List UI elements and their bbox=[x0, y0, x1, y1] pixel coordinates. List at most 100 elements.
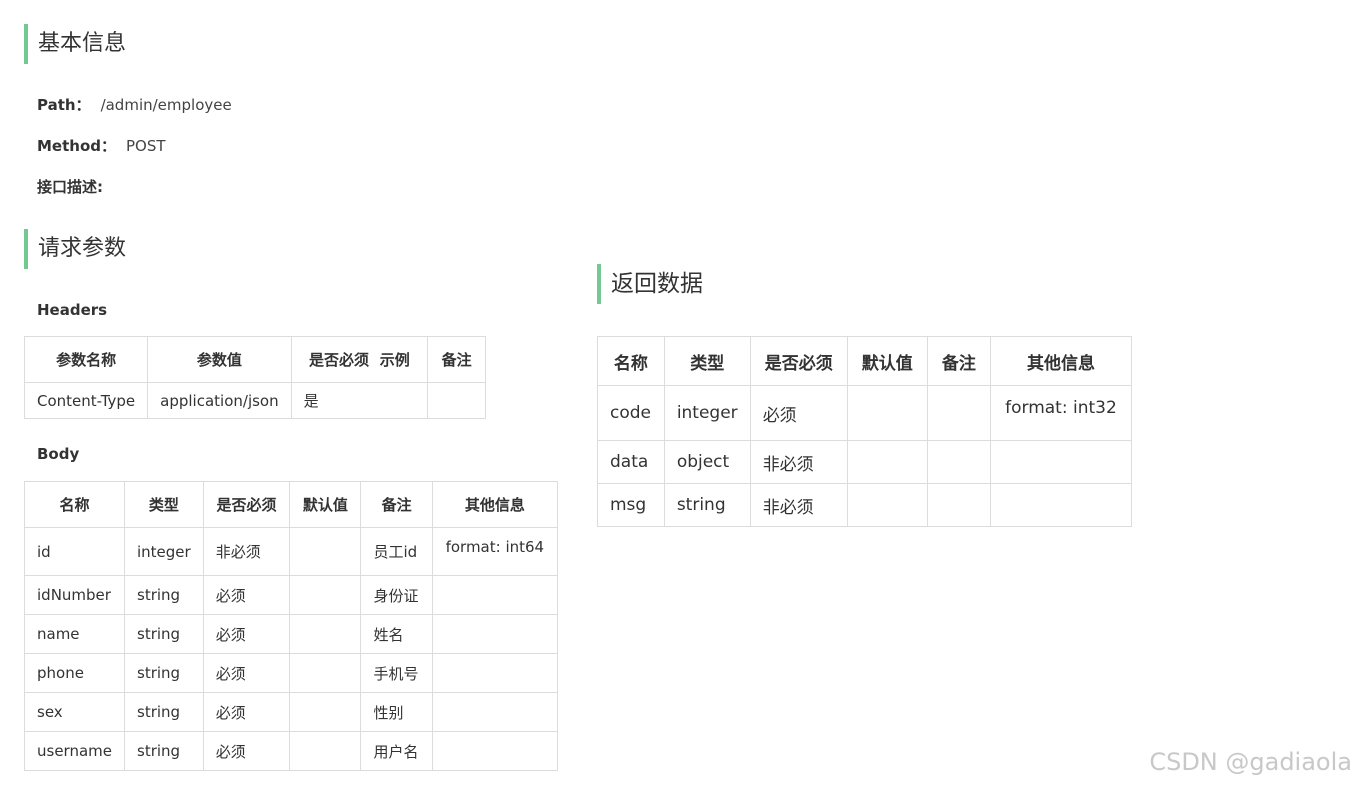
body-cell-remark: 手机号 bbox=[360, 653, 433, 693]
body-col-required: 是否必须 bbox=[202, 481, 291, 528]
body-col-name: 名称 bbox=[24, 481, 125, 528]
table-row: Content-Type application/json 是 bbox=[23, 382, 486, 419]
body-label: Body bbox=[37, 445, 80, 463]
body-cell-other bbox=[431, 575, 559, 615]
table-row: data object 非必须 bbox=[597, 440, 1133, 484]
basic-info-title: 基本信息 bbox=[24, 24, 126, 64]
resp-cell-other: format: int32 bbox=[989, 385, 1133, 441]
body-cell-name: idNumber bbox=[24, 575, 125, 615]
resp-cell-name: code bbox=[597, 385, 665, 441]
resp-cell-other bbox=[989, 440, 1133, 484]
resp-cell-remark bbox=[926, 483, 991, 527]
body-table: 名称 类型 是否必须 默认值 备注 其他信息 id integer 非必须 员工… bbox=[24, 481, 559, 771]
resp-cell-type: string bbox=[663, 483, 751, 527]
header-col-required: 是否必须 bbox=[290, 336, 375, 383]
table-row: username string 必须 用户名 bbox=[24, 731, 559, 771]
body-cell-type: integer bbox=[124, 527, 204, 576]
body-cell-name: id bbox=[24, 527, 125, 576]
header-cell-example bbox=[374, 382, 429, 419]
body-table-header-row: 名称 类型 是否必须 默认值 备注 其他信息 bbox=[24, 481, 559, 528]
body-col-other: 其他信息 bbox=[431, 481, 559, 528]
table-row: phone string 必须 手机号 bbox=[24, 653, 559, 693]
body-cell-name: phone bbox=[24, 653, 125, 693]
body-cell-default bbox=[289, 653, 362, 693]
resp-cell-required: 必须 bbox=[749, 385, 848, 441]
table-row: code integer 必须 format: int32 bbox=[597, 385, 1133, 441]
body-col-remark: 备注 bbox=[360, 481, 433, 528]
resp-cell-required: 非必须 bbox=[749, 483, 848, 527]
body-cell-type: string bbox=[124, 575, 204, 615]
response-title: 返回数据 bbox=[597, 264, 703, 304]
table-row: id integer 非必须 员工id format: int64 bbox=[24, 527, 559, 576]
body-cell-remark: 性别 bbox=[360, 692, 433, 732]
resp-cell-default bbox=[846, 385, 928, 441]
description-label: 接口描述: bbox=[37, 178, 103, 196]
body-cell-other: format: int64 bbox=[431, 527, 559, 576]
body-cell-required: 必须 bbox=[202, 653, 291, 693]
body-cell-other bbox=[431, 614, 559, 654]
resp-col-default: 默认值 bbox=[846, 336, 928, 386]
table-row: name string 必须 姓名 bbox=[24, 614, 559, 654]
body-cell-name: username bbox=[24, 731, 125, 771]
response-table: 名称 类型 是否必须 默认值 备注 其他信息 code integer 必须 f… bbox=[597, 336, 1133, 527]
resp-cell-remark bbox=[926, 440, 991, 484]
resp-cell-required: 非必须 bbox=[749, 440, 848, 484]
resp-cell-remark bbox=[926, 385, 991, 441]
body-cell-required: 必须 bbox=[202, 575, 291, 615]
request-params-title: 请求参数 bbox=[24, 229, 126, 269]
body-cell-remark: 用户名 bbox=[360, 731, 433, 771]
body-cell-remark: 姓名 bbox=[360, 614, 433, 654]
path-value: /admin/employee bbox=[100, 96, 232, 114]
method-row: Method： POST bbox=[37, 136, 166, 156]
body-cell-default bbox=[289, 527, 362, 576]
body-cell-name: sex bbox=[24, 692, 125, 732]
body-cell-required: 必须 bbox=[202, 614, 291, 654]
header-col-remark: 备注 bbox=[427, 336, 486, 383]
path-label: Path： bbox=[37, 96, 91, 114]
header-col-value: 参数值 bbox=[147, 336, 292, 383]
body-cell-type: string bbox=[124, 653, 204, 693]
body-cell-required: 必须 bbox=[202, 731, 291, 771]
resp-cell-default bbox=[846, 440, 928, 484]
body-cell-other bbox=[431, 653, 559, 693]
headers-label: Headers bbox=[37, 301, 108, 319]
resp-cell-default bbox=[846, 483, 928, 527]
resp-cell-type: integer bbox=[663, 385, 751, 441]
table-row: msg string 非必须 bbox=[597, 483, 1133, 527]
header-col-name: 参数名称 bbox=[23, 336, 149, 383]
resp-cell-other bbox=[989, 483, 1133, 527]
body-cell-type: string bbox=[124, 692, 204, 732]
body-col-default: 默认值 bbox=[289, 481, 362, 528]
method-value: POST bbox=[126, 137, 166, 155]
path-row: Path： /admin/employee bbox=[37, 95, 232, 115]
resp-col-remark: 备注 bbox=[926, 336, 991, 386]
body-cell-default bbox=[289, 731, 362, 771]
method-label: Method： bbox=[37, 137, 116, 155]
resp-col-type: 类型 bbox=[663, 336, 751, 386]
body-cell-other bbox=[431, 731, 559, 771]
resp-cell-name: data bbox=[597, 440, 665, 484]
header-col-example: 示例 bbox=[374, 336, 429, 383]
resp-cell-name: msg bbox=[597, 483, 665, 527]
body-cell-required: 必须 bbox=[202, 692, 291, 732]
body-cell-default bbox=[289, 614, 362, 654]
resp-col-required: 是否必须 bbox=[749, 336, 848, 386]
resp-col-other: 其他信息 bbox=[989, 336, 1133, 386]
body-col-type: 类型 bbox=[124, 481, 204, 528]
response-table-header-row: 名称 类型 是否必须 默认值 备注 其他信息 bbox=[597, 336, 1133, 386]
headers-table-header-row: 参数名称 参数值 是否必须 示例 备注 bbox=[23, 336, 486, 383]
header-cell-value: application/json bbox=[147, 382, 292, 419]
body-cell-remark: 身份证 bbox=[360, 575, 433, 615]
resp-col-name: 名称 bbox=[597, 336, 665, 386]
header-cell-required: 是 bbox=[290, 382, 375, 419]
body-cell-type: string bbox=[124, 731, 204, 771]
body-cell-default bbox=[289, 575, 362, 615]
body-cell-other bbox=[431, 692, 559, 732]
body-cell-required: 非必须 bbox=[202, 527, 291, 576]
header-cell-name: Content-Type bbox=[23, 382, 149, 419]
resp-cell-type: object bbox=[663, 440, 751, 484]
body-cell-remark: 员工id bbox=[360, 527, 433, 576]
body-cell-name: name bbox=[24, 614, 125, 654]
table-row: idNumber string 必须 身份证 bbox=[24, 575, 559, 615]
body-cell-type: string bbox=[124, 614, 204, 654]
